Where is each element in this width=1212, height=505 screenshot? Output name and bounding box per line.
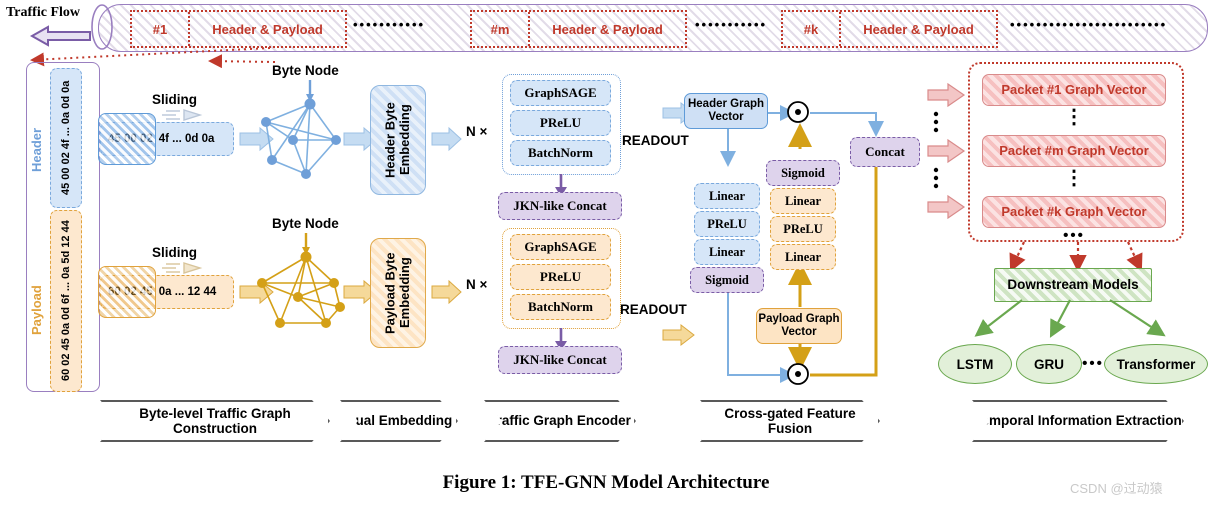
payload-bytes-strip: 60 02 45 0a 0d 6f ... 0a 5d 12 44 bbox=[50, 210, 82, 392]
payload-rest-bytes: 0a ... 12 44 bbox=[158, 286, 217, 298]
packet-block-k[interactable]: #k Header & Payload bbox=[781, 10, 998, 48]
header-graph-vector[interactable]: Header Graph Vector bbox=[684, 93, 768, 129]
packet-content-k: Header & Payload bbox=[863, 21, 974, 37]
packet-vector-1[interactable]: Packet #1 Graph Vector bbox=[982, 74, 1166, 106]
payload-gate-linear-2[interactable]: Linear bbox=[770, 244, 836, 270]
header-rest-bytes: 4f ... 0d 0a bbox=[158, 133, 215, 145]
packet-vectors-ellipsis-1: ⋮ bbox=[1064, 105, 1084, 128]
concat-block[interactable]: Concat bbox=[850, 137, 920, 167]
stage-banner-construction: Byte-level Traffic Graph Construction bbox=[100, 400, 330, 442]
sliding-motion-icon-header bbox=[162, 109, 203, 121]
payload-layer-graphsage[interactable]: GraphSAGE bbox=[510, 234, 611, 260]
header-byte-embedding-label: Header Byte Embedding bbox=[382, 102, 412, 178]
traffic-flow-label: Traffic Flow bbox=[6, 5, 80, 20]
jkn-concat-header[interactable]: JKN-like Concat bbox=[498, 192, 622, 220]
payload-gate-linear-1[interactable]: Linear bbox=[770, 188, 836, 214]
header-layer-batchnorm[interactable]: BatchNorm bbox=[510, 140, 611, 166]
packet-block-m[interactable]: #m Header & Payload bbox=[470, 10, 687, 48]
payload-label: Payload bbox=[29, 285, 44, 335]
encoder-repeat-payload: N × bbox=[466, 277, 488, 292]
watermark: CSDN @过动猿 bbox=[1070, 481, 1163, 496]
arrow-embedding-to-encoder-payload bbox=[431, 279, 462, 305]
stage-banner-fusion: Cross-gated Feature Fusion bbox=[700, 400, 880, 442]
header-gate-linear-1[interactable]: Linear bbox=[694, 183, 760, 209]
sliding-window-payload[interactable] bbox=[98, 266, 156, 318]
stage-banner-temporal: Temporal Information Extraction bbox=[972, 400, 1184, 442]
traffic-flow-ellipsis-3: •••••••••••••••••••••••• bbox=[1010, 17, 1168, 32]
header-gate-prelu[interactable]: PReLU bbox=[694, 211, 760, 237]
stage-banner-encoder: Traffic Graph Encoder bbox=[484, 400, 636, 442]
product-node-bottom bbox=[787, 363, 809, 385]
product-node-top bbox=[787, 101, 809, 123]
header-label: Header bbox=[29, 127, 44, 173]
models-ellipsis: ••• bbox=[1082, 354, 1104, 372]
traffic-flow-ellipsis-2: ••••••••••• bbox=[695, 17, 768, 32]
header-layer-prelu[interactable]: PReLU bbox=[510, 110, 611, 136]
jkn-concat-payload[interactable]: JKN-like Concat bbox=[498, 346, 622, 374]
model-transformer[interactable]: Transformer bbox=[1104, 344, 1208, 384]
packet-id-m: #m bbox=[472, 12, 530, 46]
header-gate-sigmoid[interactable]: Sigmoid bbox=[690, 267, 764, 293]
sliding-label-header: Sliding bbox=[152, 92, 197, 107]
packet-id-k: #k bbox=[783, 12, 841, 46]
packet-vectors-group-ellipsis: ••• bbox=[1063, 226, 1085, 244]
header-bytes-strip: 45 00 02 4f ... 0a 0d 0a bbox=[50, 68, 82, 208]
header-layer-graphsage[interactable]: GraphSAGE bbox=[510, 80, 611, 106]
payload-graph-vector[interactable]: Payload Graph Vector bbox=[756, 308, 842, 344]
payload-gate-prelu[interactable]: PReLU bbox=[770, 216, 836, 242]
packet-vector-k[interactable]: Packet #k Graph Vector bbox=[982, 196, 1166, 228]
arrows-to-model-variants bbox=[974, 299, 1166, 338]
payload-layer-batchnorm[interactable]: BatchNorm bbox=[510, 294, 611, 320]
packet-content-m: Header & Payload bbox=[552, 21, 663, 37]
encoder-repeat-header: N × bbox=[466, 124, 488, 139]
figure-caption: Figure 1: TFE-GNN Model Architecture bbox=[442, 472, 770, 493]
readout-label-header: READOUT bbox=[622, 133, 689, 148]
payload-gate-sigmoid[interactable]: Sigmoid bbox=[766, 160, 840, 186]
sliding-window-header[interactable] bbox=[98, 113, 156, 165]
sliding-label-payload: Sliding bbox=[152, 245, 197, 260]
byte-node-label-header: Byte Node bbox=[272, 63, 339, 78]
model-gru[interactable]: GRU bbox=[1016, 344, 1082, 384]
payload-byte-embedding-label: Payload Byte Embedding bbox=[382, 252, 412, 334]
packet-vector-m[interactable]: Packet #m Graph Vector bbox=[982, 135, 1166, 167]
packet-feed-arrows bbox=[927, 82, 966, 220]
byte-node-label-payload: Byte Node bbox=[272, 216, 339, 231]
sliding-motion-icon-payload bbox=[162, 262, 203, 274]
payload-layer-prelu[interactable]: PReLU bbox=[510, 264, 611, 290]
readout-label-payload: READOUT bbox=[620, 302, 687, 317]
packet-vectors-ellipsis-2: ⋮ bbox=[1064, 166, 1084, 189]
header-gate-linear-2[interactable]: Linear bbox=[694, 239, 760, 265]
downstream-models-block[interactable]: Downstream Models bbox=[994, 268, 1152, 302]
model-lstm[interactable]: LSTM bbox=[938, 344, 1012, 384]
arrow-embedding-to-encoder-header bbox=[431, 126, 462, 152]
traffic-flow-ellipsis-1: ••••••••••• bbox=[353, 17, 426, 32]
stage-banner-dual-embedding: Dual Embedding bbox=[340, 400, 458, 442]
